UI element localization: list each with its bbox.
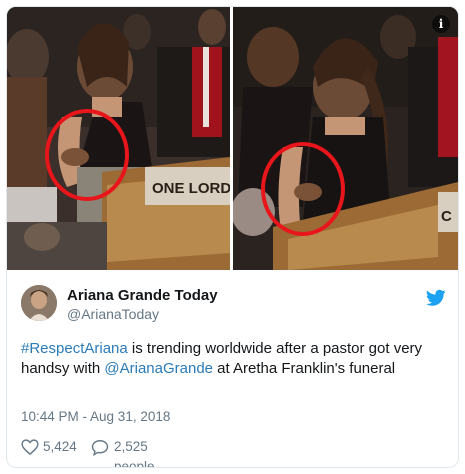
tweet-card[interactable]: ONE LORD, C i Ariana Grande Today @Arian… (6, 6, 459, 468)
tweet-text-segment-2: at Aretha Franklin's funeral (213, 360, 396, 377)
avatar[interactable] (21, 285, 57, 321)
tweet-media[interactable]: ONE LORD, C i (7, 7, 458, 270)
speech-bubble-icon[interactable] (91, 439, 109, 456)
author-names[interactable]: Ariana Grande Today @ArianaToday (67, 287, 218, 323)
mention-link[interactable]: @ArianaGrande (104, 360, 213, 377)
photo-right-image: C (233, 7, 458, 270)
tweet-text: #RespectAriana is trending worldwide aft… (21, 339, 451, 379)
avatar-image (21, 285, 57, 321)
twitter-bird-icon[interactable] (426, 289, 446, 307)
like-count[interactable]: 5,424 (43, 437, 77, 457)
heart-icon[interactable] (21, 439, 39, 455)
talking-count[interactable]: 2,525 people are talking about this (114, 437, 155, 467)
photo-left[interactable]: ONE LORD, (7, 7, 230, 270)
tweet-header: Ariana Grande Today @ArianaToday (21, 285, 446, 325)
handle[interactable]: @ArianaToday (67, 305, 218, 323)
lectern-caption-left: ONE LORD, (152, 180, 230, 197)
tweet-timestamp[interactable]: 10:44 PM - Aug 31, 2018 (21, 409, 170, 424)
display-name[interactable]: Ariana Grande Today (67, 287, 218, 305)
photo-right[interactable]: C i (233, 7, 458, 270)
info-icon[interactable]: i (432, 15, 450, 33)
photo-left-image: ONE LORD, (7, 7, 230, 270)
hashtag-link[interactable]: #RespectAriana (21, 340, 128, 357)
lectern-caption-right: C (441, 208, 452, 225)
